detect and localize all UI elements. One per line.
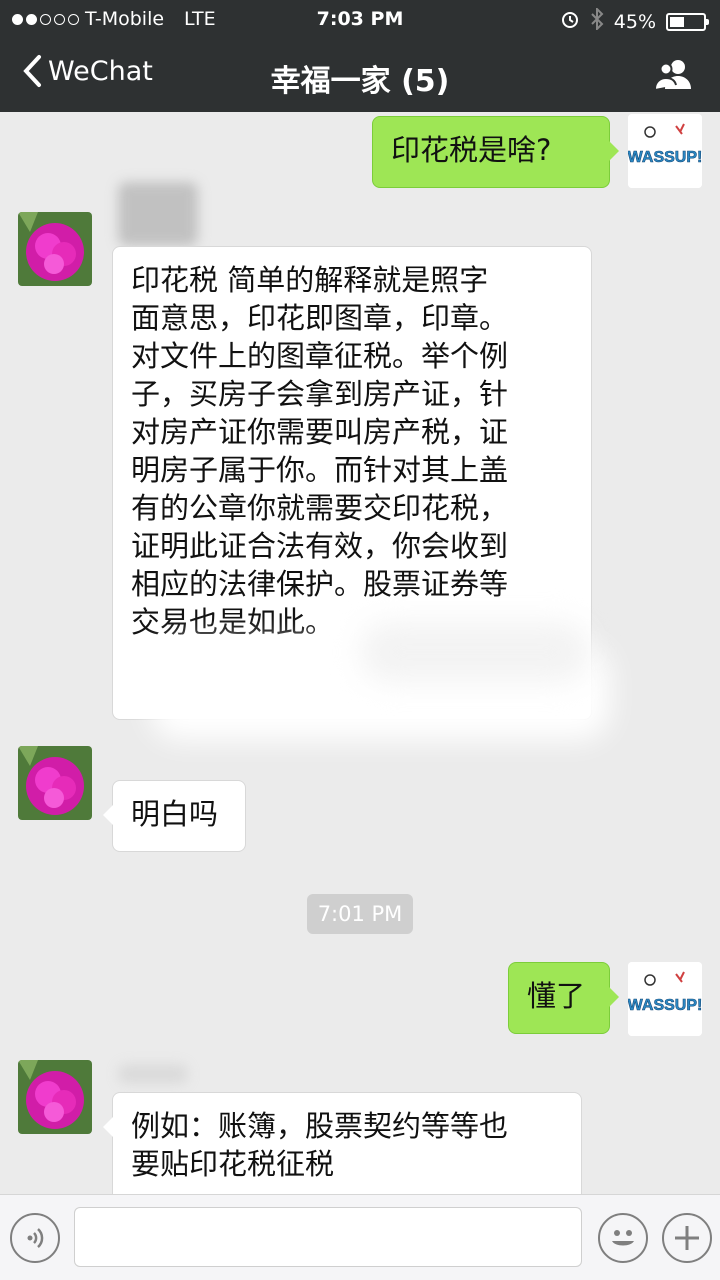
sticker-text: WASSUP!	[628, 149, 702, 166]
battery-percent: 45%	[613, 10, 656, 33]
smiley-icon	[612, 1230, 634, 1246]
message-line: 证明此证合法有效，你会收到	[131, 529, 509, 563]
contact-avatar[interactable]	[18, 746, 92, 820]
group-members-icon[interactable]	[654, 58, 694, 94]
message-text: 明白吗	[131, 797, 219, 831]
message-line: 明房子属于你。而针对其上盖	[131, 453, 509, 487]
message-bubble-sent[interactable]: 懂了	[508, 962, 619, 1034]
emoji-button[interactable]	[598, 1213, 648, 1263]
chat-area[interactable]: 印花税是啥? WASSUP! 印花税 简单的解释就是照字 面意思，印花即图章，印…	[0, 112, 720, 1202]
message-line: 要贴印花税征税	[131, 1147, 335, 1181]
message-line: 对文件上的图章征税。举个例	[131, 339, 509, 373]
sticker-text: WASSUP!	[628, 997, 702, 1014]
input-bar	[0, 1194, 720, 1280]
message-line: 子，买房子会拿到房产证，针	[131, 377, 509, 411]
peony-flower-icon	[18, 746, 92, 820]
redaction-smudge	[360, 622, 590, 682]
bluetooth-icon	[590, 6, 604, 35]
plus-icon	[675, 1226, 699, 1250]
timestamp-badge: 7:01 PM	[307, 894, 413, 934]
battery-icon	[666, 12, 709, 31]
peony-flower-icon	[18, 1060, 92, 1134]
message-text: 懂了	[527, 979, 586, 1013]
message-bubble-received[interactable]: 明白吗	[103, 780, 246, 852]
voice-icon	[27, 1228, 44, 1248]
peony-flower-icon	[18, 212, 92, 286]
message-bubble-received[interactable]: 例如：账簿，股票契约等等也 要贴印花税征税	[103, 1092, 582, 1202]
sender-name-redacted	[118, 182, 198, 246]
message-text: 印花税是啥?	[391, 133, 552, 167]
message-line: 面意思，印花即图章，印章。	[131, 301, 509, 335]
message-bubble-sent[interactable]: 印花税是啥?	[372, 116, 619, 188]
message-line: 对房产证你需要叫房产税，证	[131, 415, 509, 449]
my-avatar[interactable]: WASSUP!	[628, 114, 702, 188]
message-input[interactable]	[74, 1207, 582, 1267]
message-line: 印花税 简单的解释就是照字	[131, 263, 489, 297]
alarm-icon	[560, 9, 580, 34]
status-bar: T-Mobile LTE 7:03 PM 45%	[0, 0, 720, 38]
message-line: 例如：账簿，股票契约等等也	[131, 1109, 509, 1143]
message-line: 相应的法律保护。股票证券等	[131, 567, 509, 601]
contact-avatar[interactable]	[18, 212, 92, 286]
more-button[interactable]	[662, 1213, 712, 1263]
voice-button[interactable]	[10, 1213, 60, 1263]
top-bar: T-Mobile LTE 7:03 PM 45% WeChat 幸福一家 (5)	[0, 0, 720, 112]
chat-title: 幸福一家 (5)	[270, 64, 450, 99]
nav-bar: WeChat 幸福一家 (5)	[0, 38, 720, 112]
my-avatar[interactable]: WASSUP!	[628, 962, 702, 1036]
contact-avatar[interactable]	[18, 1060, 92, 1134]
message-line: 有的公章你就需要交印花税，	[131, 491, 509, 525]
sender-name-redacted	[118, 1064, 188, 1084]
